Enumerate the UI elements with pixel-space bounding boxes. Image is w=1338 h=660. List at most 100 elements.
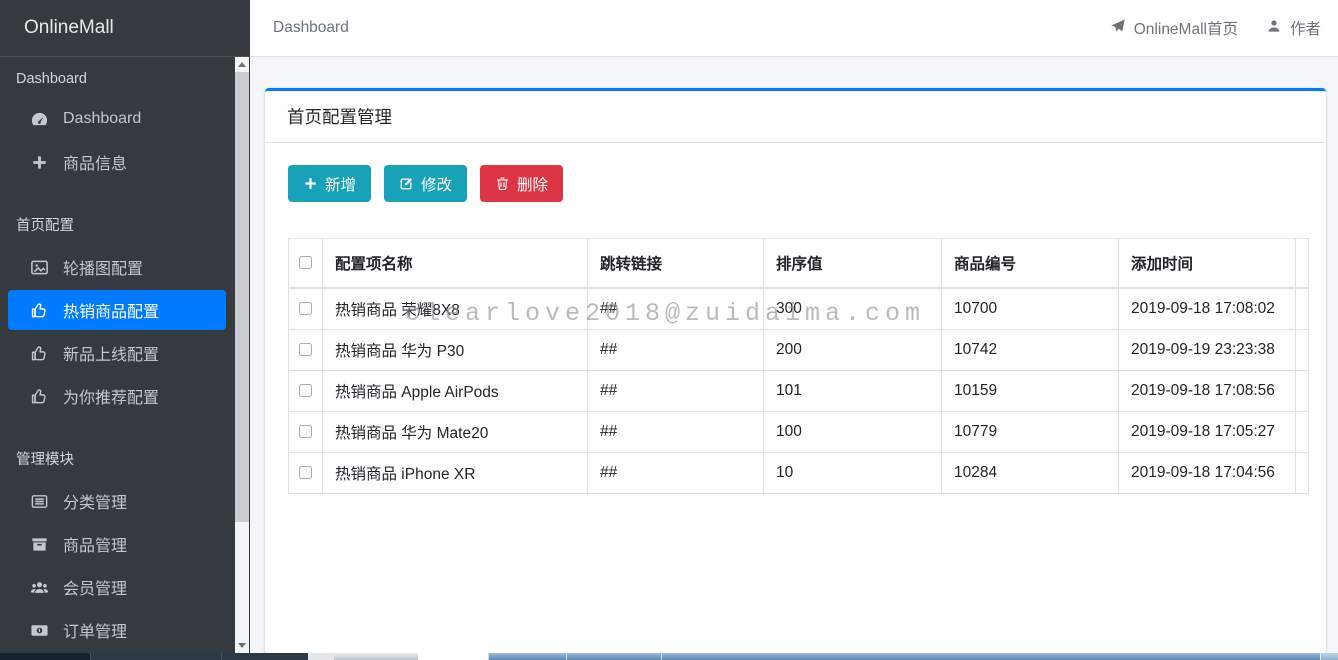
thumbs-up-icon [30,344,49,363]
scroll-down-button[interactable] [235,638,249,653]
page-title: 首页配置管理 [287,104,1304,129]
taskbar-segment[interactable] [418,653,488,660]
sidebar-item-product-management[interactable]: 商品管理 [8,524,226,564]
author-link-label: 作者 [1290,17,1321,39]
col-header-name: 配置项名称 [323,239,588,289]
breadcrumb[interactable]: Dashboard [273,19,349,37]
add-button[interactable]: 新增 [288,165,371,202]
trash-icon [495,176,510,191]
table-row: 热销商品 华为 P30 ## 200 10742 2019-09-19 23:2… [289,330,1309,371]
taskbar-segment[interactable] [308,653,334,660]
nav-section-home-config: 首页配置 [8,206,226,243]
cell-spacer [1296,330,1309,371]
sidebar-nav: Dashboard Dashboard 商品信息 首页配置 轮播图配置 热销商品 [8,57,226,653]
cell-link: ## [588,371,764,412]
sidebar-item-label: 分类管理 [63,489,127,513]
cell-added-time: 2019-09-18 17:04:56 [1119,453,1296,494]
sidebar-item-label: 商品信息 [63,150,127,174]
card-body: 新增 修改 删除 配置项名 [265,143,1326,494]
taskbar-segment[interactable] [90,653,221,660]
triangle-up-icon [238,62,246,67]
top-links: OnlineMall首页 作者 [1110,17,1321,39]
box-icon [30,535,49,554]
sidebar-scrollbar[interactable] [235,57,249,653]
table-row: 热销商品 华为 Mate20 ## 100 10779 2019-09-18 1… [289,412,1309,453]
cell-product-id: 10779 [942,412,1119,453]
sidebar-item-carousel-config[interactable]: 轮播图配置 [8,247,226,287]
config-table: 配置项名称 跳转链接 排序值 商品编号 添加时间 热销商品 荣耀8X8 ## 3… [288,238,1309,494]
scroll-up-button[interactable] [235,57,249,72]
sidebar-item-dashboard[interactable]: Dashboard [8,99,226,139]
taskbar-strip [0,653,1338,660]
taskbar-segment[interactable] [1320,653,1338,660]
row-checkbox[interactable] [299,384,312,397]
cell-spacer [1296,453,1309,494]
table-row: 热销商品 iPhone XR ## 10 10284 2019-09-18 17… [289,453,1309,494]
cell-link: ## [588,330,764,371]
cell-sort: 100 [764,412,942,453]
sidebar-item-order-management[interactable]: 订单管理 [8,610,226,650]
brand-logo[interactable]: OnlineMall [0,0,250,57]
config-card: 首页配置管理 新增 修改 删除 [265,88,1326,654]
author-link[interactable]: 作者 [1266,17,1321,39]
toolbar: 新增 修改 删除 [288,165,1308,202]
thumbs-up-icon [30,301,49,320]
cell-name: 热销商品 iPhone XR [323,453,588,494]
tachometer-icon [30,110,49,129]
delete-button-label: 删除 [517,173,548,195]
col-header-added-time: 添加时间 [1119,239,1296,289]
taskbar-segment[interactable] [661,653,1320,660]
plus-icon [303,176,318,191]
cell-name: 热销商品 华为 Mate20 [323,412,588,453]
plus-icon [30,153,49,172]
sidebar-item-label: 热销商品配置 [63,298,159,322]
col-header-product-id: 商品编号 [942,239,1119,289]
scrollbar-thumb[interactable] [235,72,249,522]
col-header-link: 跳转链接 [588,239,764,289]
paper-plane-icon [1110,18,1126,39]
cell-name: 热销商品 Apple AirPods [323,371,588,412]
taskbar-segment[interactable] [0,653,90,660]
cell-product-id: 10700 [942,288,1119,330]
cell-sort: 200 [764,330,942,371]
edit-icon [399,176,414,191]
cell-sort: 10 [764,453,942,494]
cell-product-id: 10284 [942,453,1119,494]
cell-added-time: 2019-09-19 23:23:38 [1119,330,1296,371]
sidebar-item-hot-products-config[interactable]: 热销商品配置 [8,290,226,330]
sidebar-item-product-info[interactable]: 商品信息 [8,142,226,182]
sidebar-item-new-products-config[interactable]: 新品上线配置 [8,333,226,373]
sidebar-item-recommend-config[interactable]: 为你推荐配置 [8,376,226,416]
image-icon [30,258,49,277]
edit-button[interactable]: 修改 [384,165,467,202]
cell-added-time: 2019-09-18 17:05:27 [1119,412,1296,453]
select-all-cell [289,239,323,289]
taskbar-segment[interactable] [334,653,418,660]
col-header-sort: 排序值 [764,239,942,289]
row-checkbox[interactable] [299,466,312,479]
user-icon [1266,18,1282,39]
home-link-label: OnlineMall首页 [1134,17,1238,39]
sidebar-item-label: 会员管理 [63,575,127,599]
taskbar-segment[interactable] [488,653,566,660]
taskbar-segment[interactable] [566,653,661,660]
taskbar-segment[interactable] [221,653,308,660]
money-bill-icon [30,621,49,640]
sidebar-item-label: 订单管理 [63,618,127,642]
nav-section-management: 管理模块 [8,440,226,477]
cell-spacer [1296,412,1309,453]
delete-button[interactable]: 删除 [480,165,563,202]
edit-button-label: 修改 [421,173,452,195]
users-icon [30,578,49,597]
row-checkbox[interactable] [299,425,312,438]
row-checkbox[interactable] [299,302,312,315]
select-all-checkbox[interactable] [299,256,312,269]
sidebar-item-label: 新品上线配置 [63,341,159,365]
table-header-row: 配置项名称 跳转链接 排序值 商品编号 添加时间 [289,239,1309,289]
row-checkbox[interactable] [299,343,312,356]
sidebar-item-member-management[interactable]: 会员管理 [8,567,226,607]
sidebar-item-category-management[interactable]: 分类管理 [8,481,226,521]
home-link[interactable]: OnlineMall首页 [1110,17,1238,39]
cell-sort: 101 [764,371,942,412]
cell-product-id: 10159 [942,371,1119,412]
